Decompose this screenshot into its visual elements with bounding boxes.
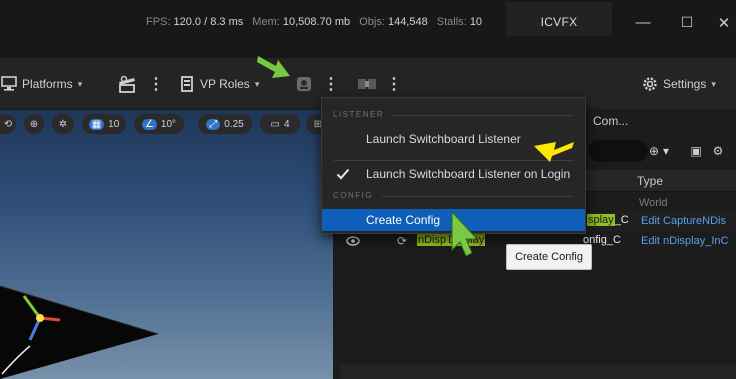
project-name: ICVFX — [540, 15, 578, 29]
launch-on-login-label: Launch Switchboard Listener on Login — [366, 167, 571, 181]
row-type[interactable]: Edit CaptureNDis — [641, 215, 726, 227]
project-tab[interactable]: ICVFX — [506, 2, 612, 36]
surface-snap-icon[interactable]: ✲ — [52, 114, 74, 134]
checkmark-icon — [336, 168, 350, 183]
objs-value: 144,548 — [387, 16, 428, 28]
stalls-label: Stalls: — [436, 16, 467, 28]
angle-icon: ∠ — [141, 118, 157, 130]
world-local-icon[interactable]: ⊕ — [24, 114, 44, 134]
minimize-button[interactable]: — — [632, 14, 654, 31]
camera-speed-button[interactable]: ▭ 4 — [260, 114, 300, 134]
details-panel-strip — [340, 364, 736, 379]
chevron-down-icon: ▾ — [77, 78, 83, 89]
grid-snap-toggle[interactable]: ▦ 10 — [82, 114, 126, 134]
maximize-button[interactable]: ☐ — [676, 14, 698, 31]
platforms-button[interactable]: Platforms ▾ — [0, 58, 82, 110]
create-config-label: Create Config — [366, 213, 441, 227]
mem-value: 10,508.70 mb — [282, 16, 351, 28]
settings-label: Settings — [663, 77, 707, 91]
platforms-label: Platforms — [22, 77, 73, 91]
components-tab[interactable]: Com... — [583, 110, 643, 132]
yellow-arrow-icon — [534, 142, 574, 162]
performance-stats: FPS: 120.0 / 8.3 ms Mem: 10,508.70 mb Ob… — [146, 16, 482, 28]
tooltip: Create Config — [506, 244, 592, 270]
rotate-mode-icon[interactable]: ⟲ — [0, 114, 16, 134]
eye-icon[interactable] — [346, 236, 360, 249]
scale-icon: ⤢ — [206, 118, 221, 130]
row-type[interactable]: Edit nDisplay_InC — [641, 235, 728, 247]
row-name-prefix: nDisp — [417, 234, 448, 246]
row-type: World — [639, 197, 668, 209]
chevron-down-icon: ▾ — [711, 78, 716, 89]
grid-snap-value: 10 — [108, 118, 120, 130]
multi-user-icon — [356, 75, 378, 93]
fps-label: FPS: — [146, 16, 171, 28]
row-name: splay_C — [587, 214, 629, 226]
actor-icon: ⟳ — [397, 234, 408, 248]
gear-icon[interactable]: ⚙ — [710, 140, 726, 162]
launch-switchboard-listener-label: Launch Switchboard Listener — [366, 132, 521, 146]
chevron-down-icon: ▾ — [663, 144, 670, 158]
camera-icon: ▭ — [270, 118, 280, 130]
frame-time: / 8.3 ms — [204, 16, 244, 28]
green-arrow-icon — [257, 56, 290, 78]
close-button[interactable]: ✕ — [713, 14, 735, 32]
config-section-header: CONFIG — [333, 191, 374, 200]
green-cursor-arrow-icon — [451, 210, 479, 257]
objs-label: Objs: — [359, 16, 385, 28]
new-folder-icon[interactable]: ▣ — [688, 140, 704, 162]
mem-label: Mem: — [252, 16, 280, 28]
settings-button[interactable]: Settings ▾ — [641, 58, 716, 110]
vp-roles-icon — [180, 75, 200, 93]
clapperboard-icon — [116, 74, 138, 94]
add-filter-button[interactable]: ⊕ ▾ — [638, 140, 680, 162]
add-circle-icon: ⊕ — [648, 144, 660, 158]
section-divider — [382, 196, 572, 197]
search-match: splay — [587, 214, 615, 226]
level-viewport[interactable]: ⟲ ⊕ ✲ ▦ 10 ∠ 10° ⤢ 0.25 ▭ 4 ⊞ — [0, 110, 333, 379]
vp-roles-button[interactable]: VP Roles ▾ — [180, 58, 259, 110]
row-name-suffix: _C — [614, 214, 629, 226]
section-divider — [392, 115, 572, 116]
stalls-value: 10 — [469, 16, 483, 28]
floor-plane — [0, 285, 159, 379]
scale-snap-toggle[interactable]: ⤢ 0.25 — [198, 114, 252, 134]
cinematics-button[interactable] — [116, 58, 138, 110]
type-column-header[interactable]: Type — [637, 174, 663, 188]
viewport-toolbar: ⟲ ⊕ ✲ ▦ 10 ∠ 10° ⤢ 0.25 ▭ 4 ⊞ — [0, 110, 333, 138]
listener-section-header: LISTENER — [333, 110, 385, 119]
gear-icon — [641, 75, 663, 93]
camera-speed-value: 4 — [283, 118, 290, 130]
grid-icon: ▦ — [88, 118, 105, 130]
scale-snap-value: 0.25 — [224, 118, 244, 130]
rotate-snap-value: 10° — [160, 118, 177, 130]
cinematics-options-button[interactable]: ⋮ — [148, 58, 164, 110]
switchboard-icon — [294, 74, 314, 94]
switchboard-button[interactable] — [294, 58, 314, 110]
fps-value: 120.0 — [173, 16, 202, 28]
title-bar: FPS: 120.0 / 8.3 ms Mem: 10,508.70 mb Ob… — [0, 0, 736, 58]
platforms-icon — [0, 75, 22, 93]
rotate-snap-toggle[interactable]: ∠ 10° — [134, 114, 184, 134]
vp-roles-label: VP Roles — [200, 77, 250, 91]
